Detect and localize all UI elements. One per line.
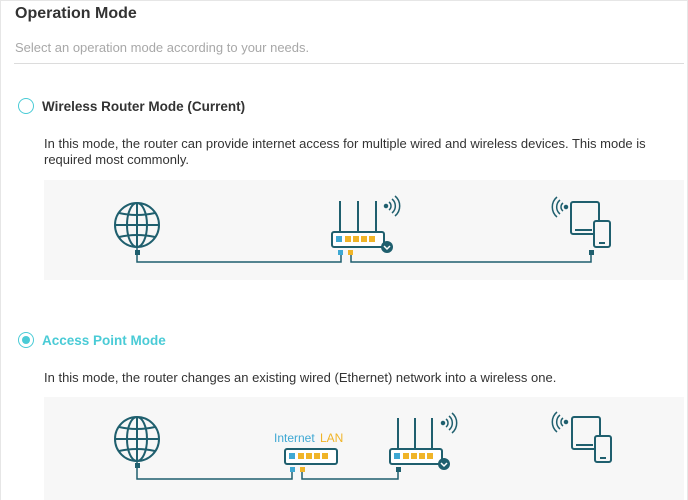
- wifi-signal-icon: [383, 195, 401, 217]
- internet-port-label: Internet: [274, 431, 315, 445]
- access-point-diagram: Internet LAN: [44, 397, 684, 500]
- divider: [14, 63, 684, 64]
- wifi-signal-icon: [551, 411, 569, 433]
- globe-icon: [114, 202, 160, 248]
- connection-lines: [136, 461, 399, 480]
- devices-icon: [571, 416, 612, 463]
- page-subtitle: Select an operation mode according to yo…: [15, 40, 310, 55]
- lan-port-label: LAN: [320, 431, 343, 445]
- router-icon: [389, 418, 450, 472]
- router-icon: [331, 201, 393, 255]
- wifi-signal-icon: [440, 412, 458, 434]
- mode-description-wireless-router: In this mode, the router can provide int…: [44, 136, 646, 167]
- mode-label-access-point: Access Point Mode: [42, 332, 166, 348]
- radio-access-point[interactable]: [18, 332, 34, 348]
- connection-lines: [136, 247, 592, 263]
- switch-icon: [284, 448, 338, 472]
- page-title: Operation Mode: [15, 5, 137, 22]
- devices-icon: [570, 201, 611, 248]
- wireless-router-diagram: [44, 180, 684, 280]
- mode-option-access-point[interactable]: Access Point Mode: [18, 332, 166, 348]
- wifi-signal-icon: [551, 196, 569, 218]
- radio-wireless-router[interactable]: [18, 98, 34, 114]
- mode-label-wireless-router: Wireless Router Mode (Current): [42, 98, 246, 114]
- globe-icon: [114, 416, 160, 462]
- mode-description-access-point: In this mode, the router changes an exis…: [44, 370, 557, 385]
- mode-option-wireless-router[interactable]: Wireless Router Mode (Current): [18, 98, 245, 114]
